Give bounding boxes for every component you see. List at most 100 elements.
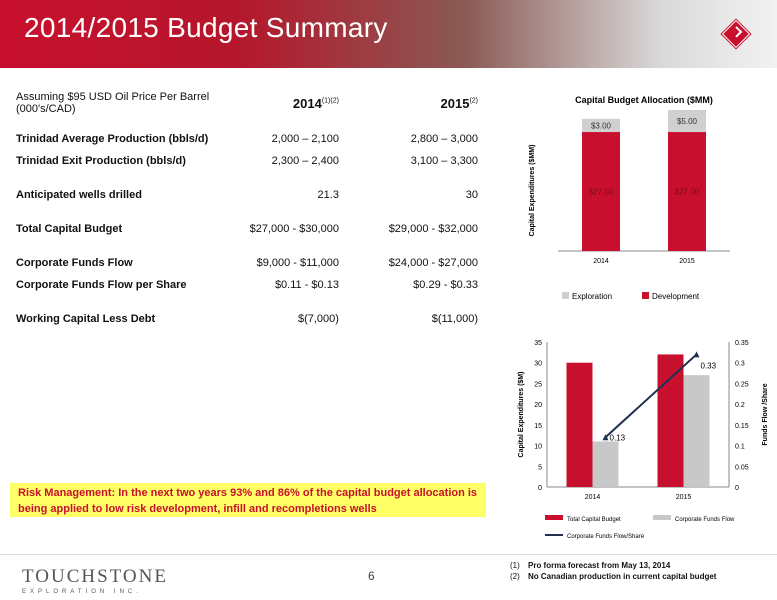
y2-tick-label: 0 xyxy=(735,485,739,492)
row-2014-value: 2,000 – 2,100 xyxy=(271,133,339,145)
table-row: Working Capital Less Debt $(7,000) $(11,… xyxy=(12,308,482,330)
footer-divider xyxy=(0,554,777,555)
y2-tick-label: 0.05 xyxy=(735,464,749,471)
y-tick-label: 0 xyxy=(538,485,542,492)
y-tick-label: 5 xyxy=(538,464,542,471)
footnote-num: (1) xyxy=(510,561,520,570)
table-row: Total Capital Budget $27,000 - $30,000 $… xyxy=(12,218,482,240)
x-tick-label: 2015 xyxy=(676,494,692,501)
row-2015-value: 30 xyxy=(465,189,478,201)
legend-swatch-exploration xyxy=(562,292,569,299)
col-2015-note: (2) xyxy=(469,97,478,105)
line-data-label: 0.33 xyxy=(701,361,717,370)
y-tick-label: 25 xyxy=(534,381,542,388)
assumption-label: Assuming $95 USD Oil Price Per Barrel (0… xyxy=(16,91,210,115)
header-banner: 2014/2015 Budget Summary xyxy=(0,0,777,68)
capital-budget-allocation-chart: Capital Budget Allocation ($MM) Capital E… xyxy=(529,95,730,301)
data-label-development-2015: $27.00 xyxy=(675,188,700,197)
page-title: 2014/2015 Budget Summary xyxy=(24,12,388,43)
table-row: Trinidad Average Production (bbls/d) 2,0… xyxy=(12,128,482,150)
row-2015-value: 3,100 – 3,300 xyxy=(410,155,478,167)
row-label: Corporate Funds Flow xyxy=(16,257,133,269)
data-label-exploration-2015: $5.00 xyxy=(677,117,698,126)
data-label-development-2014: $27.00 xyxy=(589,188,614,197)
table-header-row: Assuming $95 USD Oil Price Per Barrel (0… xyxy=(12,90,482,116)
y2-tick-label: 0.35 xyxy=(735,340,749,347)
next-slide-icon[interactable] xyxy=(721,19,751,49)
row-2015-value: $24,000 - $27,000 xyxy=(388,257,478,269)
footnote-1: (1) Pro forma forecast from May 13, 2014 xyxy=(510,560,716,571)
x-tick-label: 2015 xyxy=(679,258,695,265)
col-2015-text: 2015 xyxy=(440,95,470,111)
y-axis-label: Capital Expenditures ($MM) xyxy=(529,145,536,237)
x-tick-label: 2014 xyxy=(585,494,601,501)
row-2015-value: $0.29 - $0.33 xyxy=(413,279,478,291)
page-number: 6 xyxy=(368,569,375,583)
bar-total-capital-budget-2015 xyxy=(657,354,684,487)
line-data-label: 0.13 xyxy=(610,433,626,442)
logo-wordmark: TOUCHSTONE xyxy=(22,566,168,587)
bar-total-capital-budget-2014 xyxy=(566,362,593,487)
row-2015-value: $(11,000) xyxy=(431,313,478,325)
row-label: Working Capital Less Debt xyxy=(16,313,156,325)
y-axis-label: Capital Expenditures ($M) xyxy=(518,372,525,458)
bar-corporate-funds-flow-2015 xyxy=(683,375,710,487)
col-2014-note: (1)(2) xyxy=(321,97,339,105)
capex-funds-flow-chart: 0 5 10 15 20 25 30 35 0 0.05 0.1 0.15 0.2 0.25 0.3 0.35… xyxy=(518,340,769,540)
spacer xyxy=(12,116,482,128)
legend-label-corporate-funds-flow: Corporate Funds Flow xyxy=(675,517,735,523)
footnote-num: (2) xyxy=(510,572,520,581)
data-label-exploration-2014: $3.00 xyxy=(591,121,612,130)
row-2014-value: $9,000 - $11,000 xyxy=(256,257,339,269)
legend-label-development: Development xyxy=(652,292,700,301)
y-tick-label: 20 xyxy=(534,402,542,409)
budget-table: Assuming $95 USD Oil Price Per Barrel (0… xyxy=(12,90,482,330)
row-2014-value: $(7,000) xyxy=(297,313,339,325)
touchstone-logo: TOUCHSTONE EXPLORATION INC. xyxy=(22,566,168,595)
legend-swatch-total-capital-budget xyxy=(545,515,563,520)
y2-tick-label: 0.1 xyxy=(735,444,745,451)
col-2014-text: 2014 xyxy=(292,95,322,111)
table-row: Anticipated wells drilled 21.3 30 xyxy=(12,184,482,206)
footnote-text: Pro forma forecast from May 13, 2014 xyxy=(528,561,671,570)
row-2015-value: $29,000 - $32,000 xyxy=(388,223,478,235)
spacer xyxy=(12,172,482,184)
y-tick-label: 10 xyxy=(534,444,542,451)
y2-tick-label: 0.2 xyxy=(735,402,745,409)
row-label: Trinidad Exit Production (bbls/d) xyxy=(16,155,186,167)
footnotes: (1) Pro forma forecast from May 13, 2014 … xyxy=(510,560,716,582)
y-tick-label: 15 xyxy=(534,423,542,430)
legend-label-total-capital-budget: Total Capital Budget xyxy=(567,517,621,523)
col-2014-header: 2014(1)(2) xyxy=(219,90,343,116)
logo-subtitle: EXPLORATION INC. xyxy=(22,589,142,595)
col-2015-header: 2015(2) xyxy=(343,90,482,116)
row-2014-value: 21.3 xyxy=(317,189,339,201)
y2-axis-label: Funds Flow /Share xyxy=(762,383,769,445)
row-2015-value: 2,800 – 3,000 xyxy=(410,133,478,145)
y-tick-label: 35 xyxy=(534,340,542,347)
y-tick-label: 30 xyxy=(534,361,542,368)
table-row: Trinidad Exit Production (bbls/d) 2,300 … xyxy=(12,150,482,172)
chart-title: Capital Budget Allocation ($MM) xyxy=(575,95,713,105)
footnote-text: No Canadian production in current capita… xyxy=(528,572,717,581)
bar-corporate-funds-flow-2014 xyxy=(592,441,619,487)
row-2014-value: 2,300 – 2,400 xyxy=(271,155,339,167)
row-label: Total Capital Budget xyxy=(16,223,123,235)
legend-swatch-development xyxy=(642,292,649,299)
row-label: Trinidad Average Production (bbls/d) xyxy=(16,133,209,145)
y2-tick-label: 0.3 xyxy=(735,361,745,368)
row-label: Corporate Funds Flow per Share xyxy=(16,279,187,291)
line-marker xyxy=(693,351,700,358)
row-2014-value: $27,000 - $30,000 xyxy=(249,223,339,235)
row-2014-value: $0.11 - $0.13 xyxy=(274,279,339,291)
footnote-2: (2) No Canadian production in current cap… xyxy=(510,571,716,582)
row-label: Anticipated wells drilled xyxy=(16,189,142,201)
legend-label-exploration: Exploration xyxy=(572,292,612,301)
spacer xyxy=(12,206,482,218)
legend-swatch-corporate-funds-flow xyxy=(653,515,671,520)
x-tick-label: 2014 xyxy=(593,258,609,265)
table-row: Corporate Funds Flow per Share $0.11 - $… xyxy=(12,274,482,296)
y2-tick-label: 0.25 xyxy=(735,381,749,388)
table-row: Corporate Funds Flow $9,000 - $11,000 $2… xyxy=(12,252,482,274)
spacer xyxy=(12,296,482,308)
